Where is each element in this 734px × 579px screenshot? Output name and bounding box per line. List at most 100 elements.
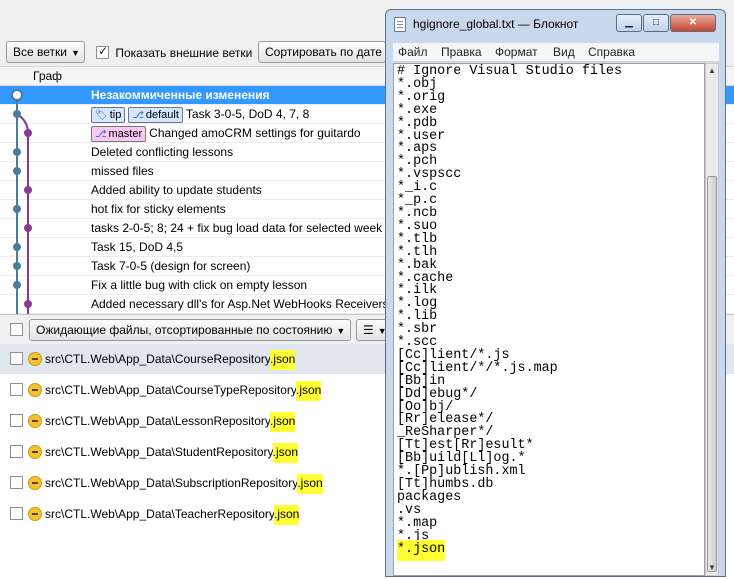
scroll-up-icon[interactable]: ▲ <box>706 64 718 78</box>
file-path-prefix: src\CTL.Web\App_Data\CourseTypeRepositor… <box>45 383 296 397</box>
all-branches-dropdown[interactable]: Все ветки ▼ <box>6 41 85 63</box>
notepad-file-icon <box>394 17 406 32</box>
pending-files-filter-label: Ожидающие файлы, отсортированные по сост… <box>36 323 333 337</box>
file-checkbox[interactable] <box>10 383 23 396</box>
tag-label: tip <box>109 109 122 121</box>
file-ext-highlight: .json <box>274 505 300 525</box>
modified-status-icon <box>28 414 42 428</box>
commit-message: Task 3-0-5, DoD 4, 7, 8 <box>185 107 310 121</box>
modified-status-icon <box>28 476 42 490</box>
minimize-button[interactable]: ▁ <box>616 14 642 32</box>
file-ext-highlight: .json <box>297 474 323 494</box>
view-mode-dropdown[interactable]: ☰ ▼ <box>356 319 388 341</box>
file-path-prefix: src\CTL.Web\App_Data\SubscriptionReposit… <box>45 476 298 490</box>
modified-status-icon <box>28 383 42 397</box>
commit-line: 🏷 tip ⎇ default Task 3-0-5, DoD 4, 7, 8 <box>91 107 309 123</box>
file-checkbox[interactable] <box>10 414 23 427</box>
file-ext-highlight: .json <box>270 412 296 432</box>
notepad-content: # Ignore Visual Studio files *.obj *.ori… <box>397 65 622 561</box>
branch-master[interactable]: ⎇ master <box>91 126 147 142</box>
scroll-down-icon[interactable]: ▼ <box>706 561 718 575</box>
graph-node <box>13 167 21 175</box>
graph-node-working <box>11 89 23 101</box>
graph-node <box>13 205 21 213</box>
all-branches-label: Все ветки <box>13 45 67 59</box>
file-path: src\CTL.Web\App_Data\CourseTypeRepositor… <box>45 381 322 401</box>
notepad-titlebar[interactable]: hgignore_global.txt — Блокнот ▁ □ ✕ <box>386 10 725 38</box>
notepad-menubar: Файл Правка Формат Вид Справка <box>393 43 719 62</box>
notepad-text-area[interactable]: # Ignore Visual Studio files *.obj *.ori… <box>393 63 705 576</box>
show-remote-branches-toggle[interactable]: Показать внешние ветки <box>96 44 253 60</box>
graph-node <box>13 148 21 156</box>
pending-files-filter-dropdown[interactable]: Ожидающие файлы, отсортированные по сост… <box>29 319 351 341</box>
show-remote-checkbox[interactable] <box>96 44 109 60</box>
file-path: src\CTL.Web\App_Data\LessonRepository.js… <box>45 412 296 432</box>
graph-node <box>13 243 21 251</box>
graph-node <box>24 300 32 308</box>
select-all-checkbox[interactable] <box>10 323 23 336</box>
file-path: src\CTL.Web\App_Data\CourseRepository.js… <box>45 350 296 370</box>
sort-by-date-label: Сортировать по дате <box>265 45 382 59</box>
notepad-scrollbar[interactable]: ▲ ▼ <box>705 63 719 576</box>
file-path: src\CTL.Web\App_Data\StudentRepository.j… <box>45 443 299 463</box>
tag-tip[interactable]: 🏷 tip <box>91 107 126 123</box>
commit-graph <box>11 89 32 314</box>
notepad-line-highlighted: *.json <box>397 539 446 561</box>
graph-node <box>13 110 21 118</box>
branch-default[interactable]: ⎇ default <box>128 107 183 123</box>
graph-node <box>13 281 21 289</box>
graph-node <box>24 186 32 194</box>
graph-node <box>13 262 21 270</box>
modified-status-icon <box>28 352 42 366</box>
commit-message: Added necessary dll's for Asp.Net WebHoo… <box>91 297 389 311</box>
file-path-prefix: src\CTL.Web\App_Data\StudentRepository <box>45 445 273 459</box>
sort-by-date-button[interactable]: Сортировать по дате <box>258 41 386 63</box>
modified-status-icon <box>28 445 42 459</box>
scrollbar-thumb[interactable] <box>707 176 717 572</box>
commit-message: hot fix for sticky elements <box>91 202 226 216</box>
branch-icon: ⎇ <box>132 110 144 121</box>
branch-label: master <box>108 128 143 140</box>
commit-message: Task 7-0-5 (design for screen) <box>91 259 251 273</box>
commit-line: ⎇ master Changed amoCRM settings for guita… <box>91 126 361 142</box>
commit-message: Незакоммиченные изменения <box>91 88 270 102</box>
commit-message: missed files <box>91 164 154 178</box>
file-checkbox[interactable] <box>10 445 23 458</box>
commit-message: Changed amoCRM settings for guitardo <box>149 126 361 140</box>
commit-message: Deleted conflicting lessons <box>91 145 234 159</box>
file-path: src\CTL.Web\App_Data\TeacherRepository.j… <box>45 505 300 525</box>
chevron-down-icon: ▼ <box>70 48 80 58</box>
file-checkbox[interactable] <box>10 476 23 489</box>
branch-icon: ⎇ <box>95 129 107 140</box>
tag-icon: 🏷 <box>95 110 108 121</box>
file-ext-highlight: .json <box>296 381 322 401</box>
file-checkbox[interactable] <box>10 507 23 520</box>
file-path-prefix: src\CTL.Web\App_Data\CourseRepository <box>45 352 270 366</box>
file-ext-highlight: .json <box>269 350 296 370</box>
commit-message: tasks 2-0-5; 8; 24 + fix bug load data f… <box>91 221 383 235</box>
file-path-prefix: src\CTL.Web\App_Data\TeacherRepository <box>45 507 274 521</box>
commit-message: Task 15, DoD 4,5 <box>91 240 184 254</box>
graph-column-header: Граф <box>33 69 63 83</box>
menu-view[interactable]: Вид <box>553 45 575 59</box>
file-checkbox[interactable] <box>10 352 23 365</box>
menu-help[interactable]: Справка <box>588 45 635 59</box>
graph-node <box>24 129 32 137</box>
branch-label: default <box>145 109 179 121</box>
show-remote-label: Показать внешние ветки <box>115 45 253 60</box>
menu-edit[interactable]: Правка <box>441 45 482 59</box>
menu-file[interactable]: Файл <box>398 45 428 59</box>
modified-status-icon <box>28 507 42 521</box>
commit-message: Fix a little bug with click on empty les… <box>91 278 308 292</box>
list-icon: ☰ <box>363 323 374 337</box>
graph-node <box>24 224 32 232</box>
notepad-title: hgignore_global.txt — Блокнот <box>413 17 579 31</box>
maximize-button[interactable]: □ <box>643 14 669 32</box>
commit-message: Added ability to update students <box>91 183 262 197</box>
menu-format[interactable]: Формат <box>495 45 538 59</box>
file-path-prefix: src\CTL.Web\App_Data\LessonRepository <box>45 414 270 428</box>
notepad-window[interactable]: hgignore_global.txt — Блокнот ▁ □ ✕ Файл… <box>385 9 726 577</box>
close-button[interactable]: ✕ <box>670 14 716 32</box>
file-path: src\CTL.Web\App_Data\SubscriptionReposit… <box>45 474 323 494</box>
file-ext-highlight: .json <box>272 443 299 463</box>
